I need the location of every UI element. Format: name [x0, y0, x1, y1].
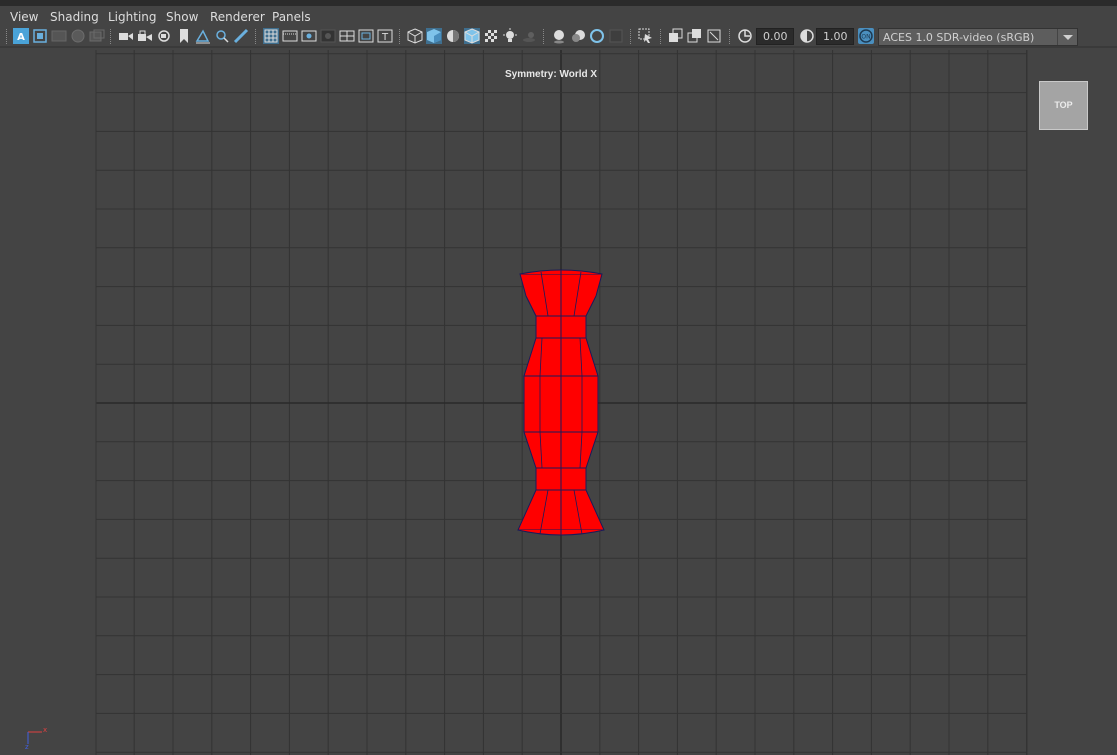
toolbar-separator — [255, 29, 257, 44]
color-management-label: ON — [861, 34, 870, 41]
menu-lighting[interactable]: Lighting — [108, 10, 157, 24]
axis-z-label: z — [25, 743, 29, 750]
camera-tools-icon[interactable] — [214, 28, 230, 44]
symmetry-label: Symmetry: World X — [505, 69, 598, 80]
viewport-grid — [95, 50, 1028, 755]
menu-renderer[interactable]: Renderer — [210, 10, 265, 24]
toolbar-separator — [6, 29, 8, 44]
viewcube[interactable]: TOP — [1039, 81, 1088, 130]
safe-title-icon[interactable]: T — [377, 28, 393, 44]
pencil-icon[interactable] — [233, 28, 249, 44]
color-management-icon[interactable]: ON — [858, 28, 874, 44]
vase-mesh[interactable] — [517, 269, 605, 536]
wireframe-icon[interactable] — [407, 28, 423, 44]
depth-of-field-icon[interactable] — [608, 28, 624, 44]
image-plane-icon[interactable] — [70, 28, 86, 44]
gate-mask-icon[interactable] — [320, 28, 336, 44]
backface-culling-icon[interactable] — [706, 28, 722, 44]
wireframe-on-shaded-icon[interactable] — [464, 28, 480, 44]
safe-action-icon[interactable] — [358, 28, 374, 44]
gamma-icon[interactable] — [799, 28, 815, 44]
camera-sync-icon[interactable] — [156, 28, 172, 44]
use-all-lights-icon[interactable] — [502, 28, 518, 44]
menu-show[interactable]: Show — [166, 10, 198, 24]
lock-camera-icon[interactable] — [137, 28, 153, 44]
axis-x-label: x — [43, 726, 47, 734]
anti-aliasing-icon[interactable] — [589, 28, 605, 44]
resolution-gate-icon[interactable] — [301, 28, 317, 44]
screen-space-ao-icon[interactable] — [551, 28, 567, 44]
camera-icon[interactable] — [118, 28, 134, 44]
motion-blur-icon[interactable] — [570, 28, 586, 44]
2d-pan-zoom-icon[interactable] — [89, 28, 105, 44]
xray-joints-icon[interactable] — [687, 28, 703, 44]
shadows-icon[interactable] — [521, 28, 537, 44]
toolbar-separator — [660, 29, 662, 44]
field-chart-icon[interactable] — [339, 28, 355, 44]
exposure-field[interactable]: 0.00 — [756, 28, 794, 45]
panel-menu-bar: View Shading Lighting Show Renderer Pane… — [0, 0, 1117, 26]
top-viewport[interactable]: Symmetry: World X TOP x z — [0, 48, 1117, 755]
chevron-down-icon[interactable] — [1057, 29, 1077, 45]
grease-pencil-icon[interactable] — [195, 28, 211, 44]
toolbar-separator — [630, 29, 632, 44]
toolbar-separator — [543, 29, 545, 44]
axis-gizmo: x z — [22, 720, 52, 751]
select-camera-icon[interactable]: A — [13, 28, 29, 44]
bookmarks-icon[interactable] — [51, 28, 67, 44]
exposure-icon[interactable] — [737, 28, 753, 44]
menu-panels[interactable]: Panels — [272, 10, 311, 24]
svg-text:T: T — [381, 32, 389, 43]
xray-icon[interactable] — [668, 28, 684, 44]
isolate-select-icon[interactable] — [638, 28, 654, 44]
textured-icon[interactable] — [483, 28, 499, 44]
camera-attributes-icon[interactable] — [32, 28, 48, 44]
toolbar-separator — [729, 29, 731, 44]
film-gate-icon[interactable] — [282, 28, 298, 44]
color-space-dropdown[interactable]: ACES 1.0 SDR-video (sRGB) — [878, 28, 1078, 46]
color-space-value: ACES 1.0 SDR-video (sRGB) — [883, 31, 1035, 44]
maya-viewport-panel: View Shading Lighting Show Renderer Pane… — [0, 0, 1117, 755]
smooth-shade-icon[interactable] — [426, 28, 442, 44]
menu-view[interactable]: View — [10, 10, 38, 24]
grid-toggle-icon[interactable] — [263, 28, 279, 44]
toolbar-separator — [399, 29, 401, 44]
select-camera-label: A — [17, 32, 25, 43]
menu-shading[interactable]: Shading — [50, 10, 99, 24]
panel-toolbar: A T 0.00 1.00 ON ACES 1.0 SDR-video (sRG… — [0, 26, 1117, 48]
gamma-field[interactable]: 1.00 — [816, 28, 854, 45]
default-material-icon[interactable] — [445, 28, 461, 44]
bookmark-icon[interactable] — [176, 28, 192, 44]
toolbar-separator — [110, 29, 112, 44]
